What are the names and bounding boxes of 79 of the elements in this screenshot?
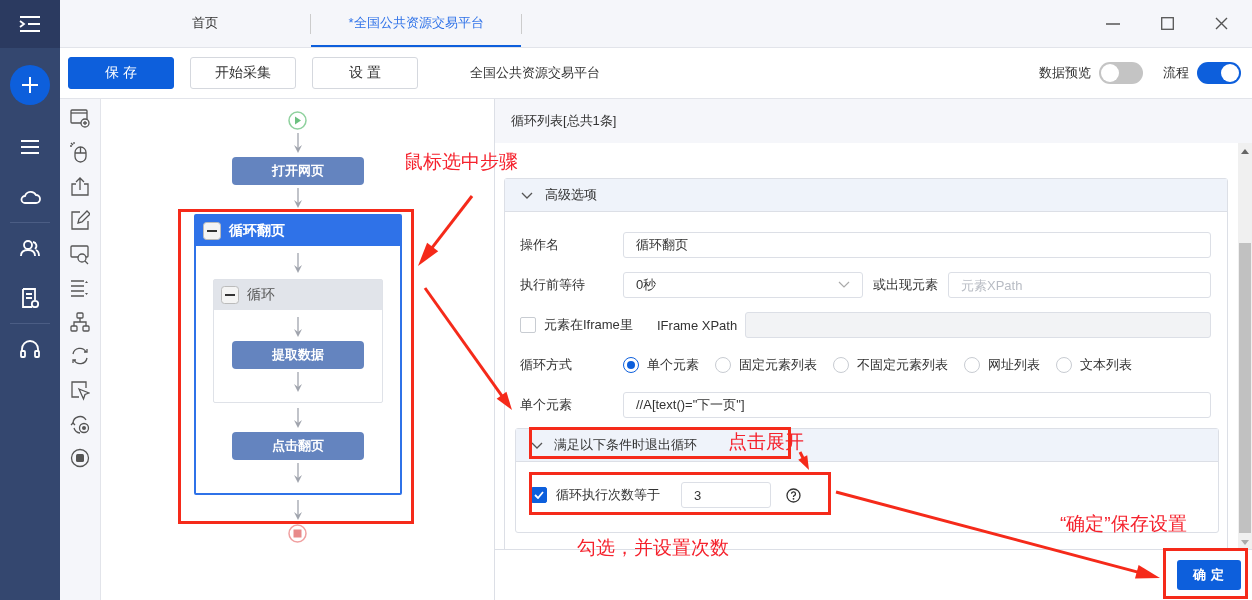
toggle-switch[interactable]	[1099, 62, 1143, 84]
radio-label: 固定元素列表	[739, 356, 817, 374]
field-label: 或出现元素	[873, 276, 938, 294]
section-title[interactable]: 高级选项	[545, 186, 597, 204]
upload-icon[interactable]	[70, 176, 90, 197]
toggle-switch[interactable]	[1197, 62, 1241, 84]
flow-step[interactable]: 打开网页	[231, 157, 364, 185]
close-icon[interactable]	[1214, 17, 1228, 30]
minimize-icon[interactable]	[1106, 22, 1120, 25]
flow-arrow	[292, 408, 303, 429]
collapse-icon[interactable]	[220, 286, 239, 304]
stop-icon[interactable]	[70, 448, 90, 469]
radio-button[interactable]	[623, 357, 639, 373]
field-label: 操作名	[520, 236, 560, 254]
image-search-icon[interactable]	[70, 244, 90, 265]
toolbar-button[interactable]: 设 置	[312, 57, 418, 89]
annotation-text: 鼠标选中步骤	[404, 150, 518, 174]
count-input[interactable]: 3	[681, 482, 771, 508]
wait-select[interactable]: 0秒	[623, 272, 863, 298]
cursor-select-icon[interactable]	[70, 380, 90, 401]
flow-arrow	[292, 133, 303, 154]
rotate-icon[interactable]	[70, 414, 90, 435]
scroll-up-icon[interactable]	[1241, 149, 1249, 154]
headset-icon[interactable]	[20, 340, 40, 358]
radio-label: 网址列表	[988, 356, 1040, 374]
loop-title: 循环翻页	[228, 222, 285, 240]
cloud-icon[interactable]	[19, 189, 41, 205]
radio-label: 不固定元素列表	[857, 356, 948, 374]
task-name: 全国公共资源交易平台	[470, 64, 600, 82]
toggle-label: 流程	[1163, 64, 1189, 82]
name-input[interactable]: 循环翻页	[623, 232, 1211, 258]
checkbox-label: 元素在Iframe里	[544, 316, 634, 334]
flow-arrow	[292, 372, 303, 393]
help-icon[interactable]	[786, 487, 801, 503]
add-icon[interactable]	[10, 65, 50, 105]
scrollbar[interactable]	[1238, 143, 1252, 549]
annotation-arrow	[798, 451, 809, 470]
hierarchy-icon[interactable]	[70, 312, 90, 333]
loop-block[interactable]: 循环 提取数据	[212, 279, 383, 403]
list-sort-icon[interactable]	[70, 278, 90, 299]
flow-arrow	[292, 317, 303, 338]
toolbar-button[interactable]: 开始采集	[190, 57, 296, 89]
document-check-icon[interactable]	[21, 288, 39, 308]
collapse-icon[interactable]	[202, 222, 221, 240]
annotation-text: 勾选，并设置次数	[577, 536, 729, 560]
field-label: IFrame XPath	[657, 317, 738, 333]
edit-icon[interactable]	[70, 210, 90, 231]
users-icon[interactable]	[20, 239, 40, 257]
annotation-arrow	[418, 195, 474, 266]
field-label: 执行前等待	[520, 276, 586, 294]
start-icon[interactable]	[288, 111, 307, 130]
mouse-icon[interactable]	[70, 142, 90, 163]
flow-arrow	[292, 463, 303, 484]
list-icon[interactable]	[20, 139, 40, 155]
xpath-input[interactable]: 元素XPath	[948, 272, 1211, 298]
tab[interactable]: 首页	[100, 0, 310, 47]
save-button[interactable]: 保 存	[68, 57, 174, 89]
maximize-icon[interactable]	[1160, 17, 1174, 30]
flow-step[interactable]: 提取数据	[231, 341, 364, 369]
section-title[interactable]: 满足以下条件时退出循环	[554, 436, 697, 454]
radio-label: 单个元素	[647, 356, 699, 374]
flow-arrow	[292, 500, 303, 521]
flow-arrow	[292, 188, 303, 209]
window-add-icon[interactable]	[70, 108, 90, 129]
field-label: 单个元素	[520, 396, 573, 414]
confirm-button[interactable]: 确 定	[1177, 560, 1241, 590]
radio-label: 文本列表	[1080, 356, 1132, 374]
loop-block[interactable]: 循环翻页 循环 提取数据 点击翻页	[193, 214, 402, 495]
flow-step[interactable]: 点击翻页	[231, 432, 364, 460]
field-label: 循环方式	[520, 356, 573, 374]
panel-title: 循环列表[总共1条]	[510, 112, 618, 130]
xpath-input[interactable]: //A[text()="下一页"]	[623, 392, 1211, 418]
annotation-text: “确定”保存设置	[1060, 512, 1187, 536]
flow-arrow	[292, 253, 303, 274]
refresh-icon[interactable]	[70, 346, 90, 367]
checkbox-label: 循环执行次数等于	[556, 486, 660, 504]
toggle-label: 数据预览	[1039, 64, 1091, 82]
menu-indent-icon[interactable]	[19, 15, 41, 33]
loop-title: 循环	[246, 286, 275, 304]
